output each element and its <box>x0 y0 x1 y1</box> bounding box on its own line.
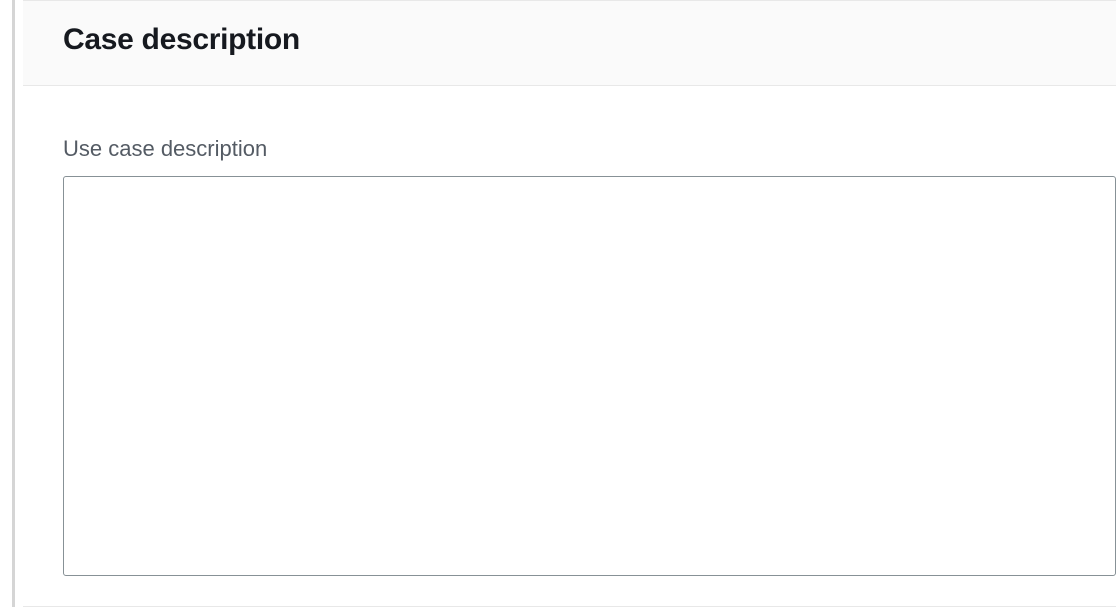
case-description-panel: Case description Use case description <box>23 0 1116 607</box>
form-panel-container: Case description Use case description <box>12 0 1116 607</box>
use-case-description-textarea[interactable] <box>63 176 1116 576</box>
panel-body: Use case description <box>23 86 1116 581</box>
use-case-description-label: Use case description <box>63 136 1116 162</box>
panel-title: Case description <box>63 23 1076 57</box>
panel-header: Case description <box>23 1 1116 86</box>
